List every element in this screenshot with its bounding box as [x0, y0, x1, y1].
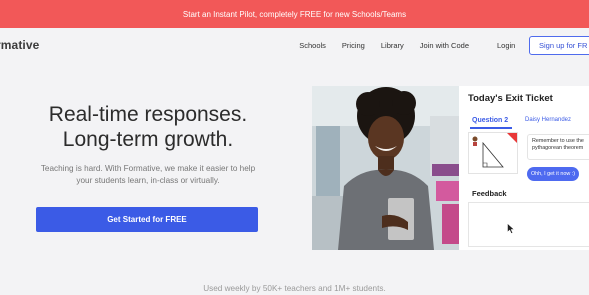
active-tab-underline	[470, 127, 512, 129]
hero-subtitle: Teaching is hard. With Formative, we mak…	[0, 163, 296, 187]
formative-logo[interactable]: rmative	[0, 38, 39, 52]
feedback-input[interactable]	[468, 202, 589, 247]
get-started-button[interactable]: Get Started for FREE	[36, 207, 258, 232]
exit-ticket-card: Today's Exit Ticket Question 2 Daisy Her…	[459, 86, 589, 250]
hero-title-line-1: Real-time responses.	[48, 103, 248, 126]
page: Start an Instant Pilot, completely FREE …	[0, 0, 589, 295]
tab-question-2[interactable]: Question 2	[472, 117, 508, 124]
nav-link-join-with-code[interactable]: Join with Code	[420, 41, 469, 50]
teacher-photo-illustration	[312, 86, 464, 250]
hero-title: Real-time responses. Long-term growth.	[0, 102, 296, 152]
nav-links: Schools Pricing Library Join with Code	[299, 41, 469, 50]
exit-ticket-title: Today's Exit Ticket	[468, 93, 553, 104]
nav-link-pricing[interactable]: Pricing	[342, 41, 365, 50]
nav-link-library[interactable]: Library	[381, 41, 404, 50]
student-reply-bubble: Ohh, I get it now :)	[527, 167, 579, 181]
feedback-label: Feedback	[472, 189, 507, 198]
tab-student-name[interactable]: Daisy Hernandez	[525, 117, 571, 123]
promo-banner-text[interactable]: Start an Instant Pilot, completely FREE …	[183, 10, 406, 19]
promo-banner[interactable]: Start an Instant Pilot, completely FREE …	[0, 0, 589, 28]
hero-subtitle-line-2: your students learn, in-class or virtual…	[76, 176, 220, 185]
login-link[interactable]: Login	[497, 41, 515, 50]
hero-subtitle-line-1: Teaching is hard. With Formative, we mak…	[40, 164, 256, 173]
teacher-photo	[312, 86, 464, 250]
hero-title-line-2: Long-term growth.	[62, 128, 234, 151]
feedback-bubble-remember: Remember to use the pythagorean theorem	[527, 134, 589, 160]
usage-stats-text: Used weekly by 50K+ teachers and 1M+ stu…	[203, 284, 386, 293]
incorrect-flag	[507, 133, 517, 143]
mouse-pointer-icon	[507, 223, 515, 234]
signup-button[interactable]: Sign up for FR	[529, 36, 589, 55]
top-nav: rmative Schools Pricing Library Join wit…	[0, 28, 589, 64]
nav-link-schools[interactable]: Schools	[299, 41, 326, 50]
student-answer-card[interactable]	[468, 132, 518, 174]
